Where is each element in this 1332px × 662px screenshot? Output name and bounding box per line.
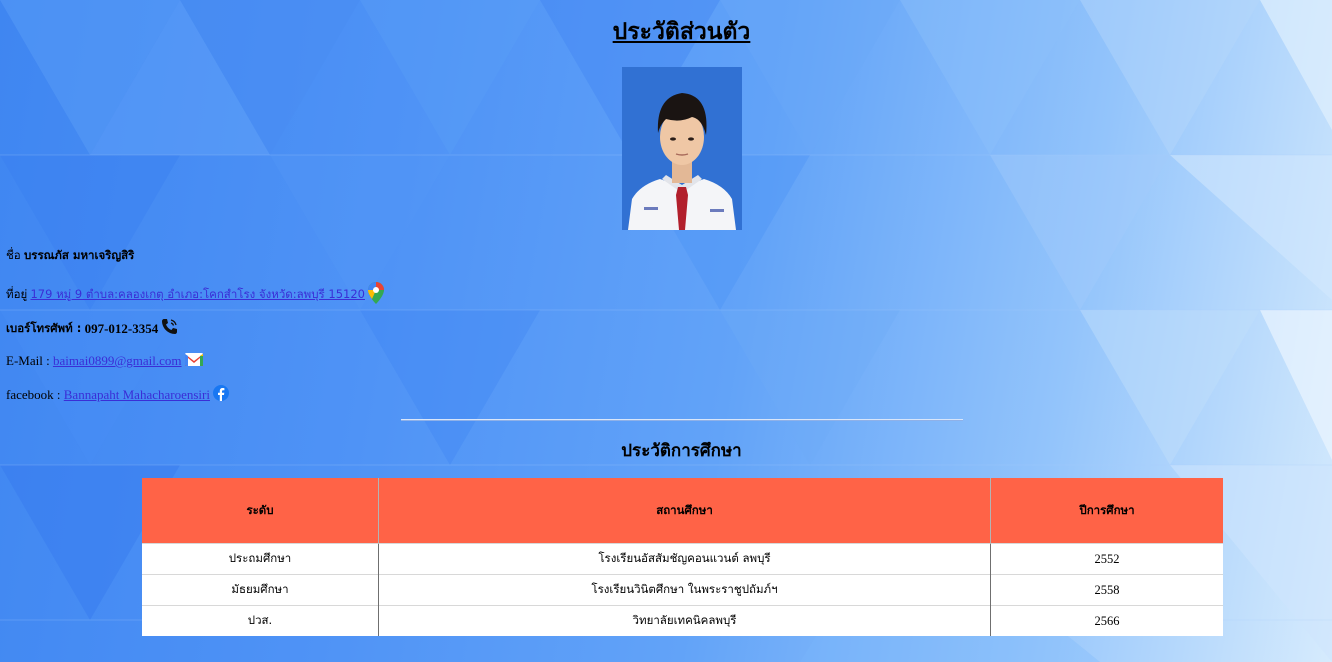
gmail-icon[interactable] bbox=[184, 351, 203, 371]
phone-label: เบอร์โทรศัพท์ : bbox=[6, 320, 82, 335]
table-header-row: ระดับ สถานศึกษา ปีการศึกษา bbox=[142, 478, 1223, 544]
address-label: ที่อยู่ bbox=[6, 287, 28, 301]
column-header-institution: สถานศึกษา bbox=[378, 478, 991, 544]
section-divider bbox=[401, 419, 963, 421]
table-cell-year: 2552 bbox=[990, 543, 1223, 575]
email-label: E-Mail : bbox=[6, 353, 50, 368]
education-table: ระดับ สถานศึกษา ปีการศึกษา ประถมศึกษา โร… bbox=[142, 478, 1223, 636]
phone-value: 097-012-3354 bbox=[84, 320, 159, 336]
education-title: ประวัติการศึกษา bbox=[621, 441, 742, 461]
phone-icon bbox=[161, 318, 178, 339]
google-maps-icon[interactable] bbox=[367, 282, 384, 308]
phone-line: เบอร์โทรศัพท์ : 097-012-3354 bbox=[6, 318, 178, 339]
facebook-icon[interactable] bbox=[212, 385, 229, 405]
profile-photo bbox=[622, 67, 742, 230]
name-line: ชื่อ บรรณภัส มหาเจริญสิริ bbox=[6, 247, 134, 265]
profile-page: ประวัติส่วนตัว ชื่อ บรรณภัส มหาเจริญสิริ… bbox=[0, 0, 1332, 662]
address-link[interactable]: 179 หมู่ 9 ตำบล:คลองเกตุ อำเภอ:โคกสำโรง … bbox=[30, 286, 365, 304]
page-title: ประวัติส่วนตัว bbox=[612, 19, 751, 45]
table-row: ประถมศึกษา โรงเรียนอัสสัมชัญคอนแวนต์ ลพบ… bbox=[142, 543, 1223, 575]
table-cell-year: 2558 bbox=[990, 574, 1223, 606]
table-cell-level: ประถมศึกษา bbox=[142, 543, 379, 575]
facebook-label: facebook : bbox=[6, 387, 61, 402]
table-cell-institution: โรงเรียนวินิตศึกษา ในพระราชูปถัมภ์ฯ bbox=[378, 574, 991, 606]
name-label: ชื่อ bbox=[6, 248, 21, 262]
table-cell-institution: โรงเรียนอัสสัมชัญคอนแวนต์ ลพบุรี bbox=[378, 543, 991, 575]
column-header-year: ปีการศึกษา bbox=[990, 478, 1223, 544]
table-cell-level: มัธยมศึกษา bbox=[142, 574, 379, 606]
column-header-level: ระดับ bbox=[142, 478, 379, 544]
table-cell-year: 2566 bbox=[990, 605, 1223, 636]
table-row: มัธยมศึกษา โรงเรียนวินิตศึกษา ในพระราชูป… bbox=[142, 574, 1223, 606]
email-link[interactable]: baimai0899@gmail.com bbox=[53, 353, 182, 369]
address-line: ที่อยู่ 179 หมู่ 9 ตำบล:คลองเกตุ อำเภอ:โ… bbox=[6, 282, 384, 308]
facebook-link[interactable]: Bannapaht Mahacharoensiri bbox=[64, 387, 210, 403]
table-row: ปวส. วิทยาลัยเทคนิคลพบุรี 2566 bbox=[142, 605, 1223, 636]
email-line: E-Mail : baimai0899@gmail.com bbox=[6, 351, 203, 371]
table-cell-level: ปวส. bbox=[142, 605, 379, 636]
name-value: บรรณภัส มหาเจริญสิริ bbox=[23, 248, 135, 262]
facebook-line: facebook : Bannapaht Mahacharoensiri bbox=[6, 385, 229, 405]
table-cell-institution: วิทยาลัยเทคนิคลพบุรี bbox=[378, 605, 991, 636]
